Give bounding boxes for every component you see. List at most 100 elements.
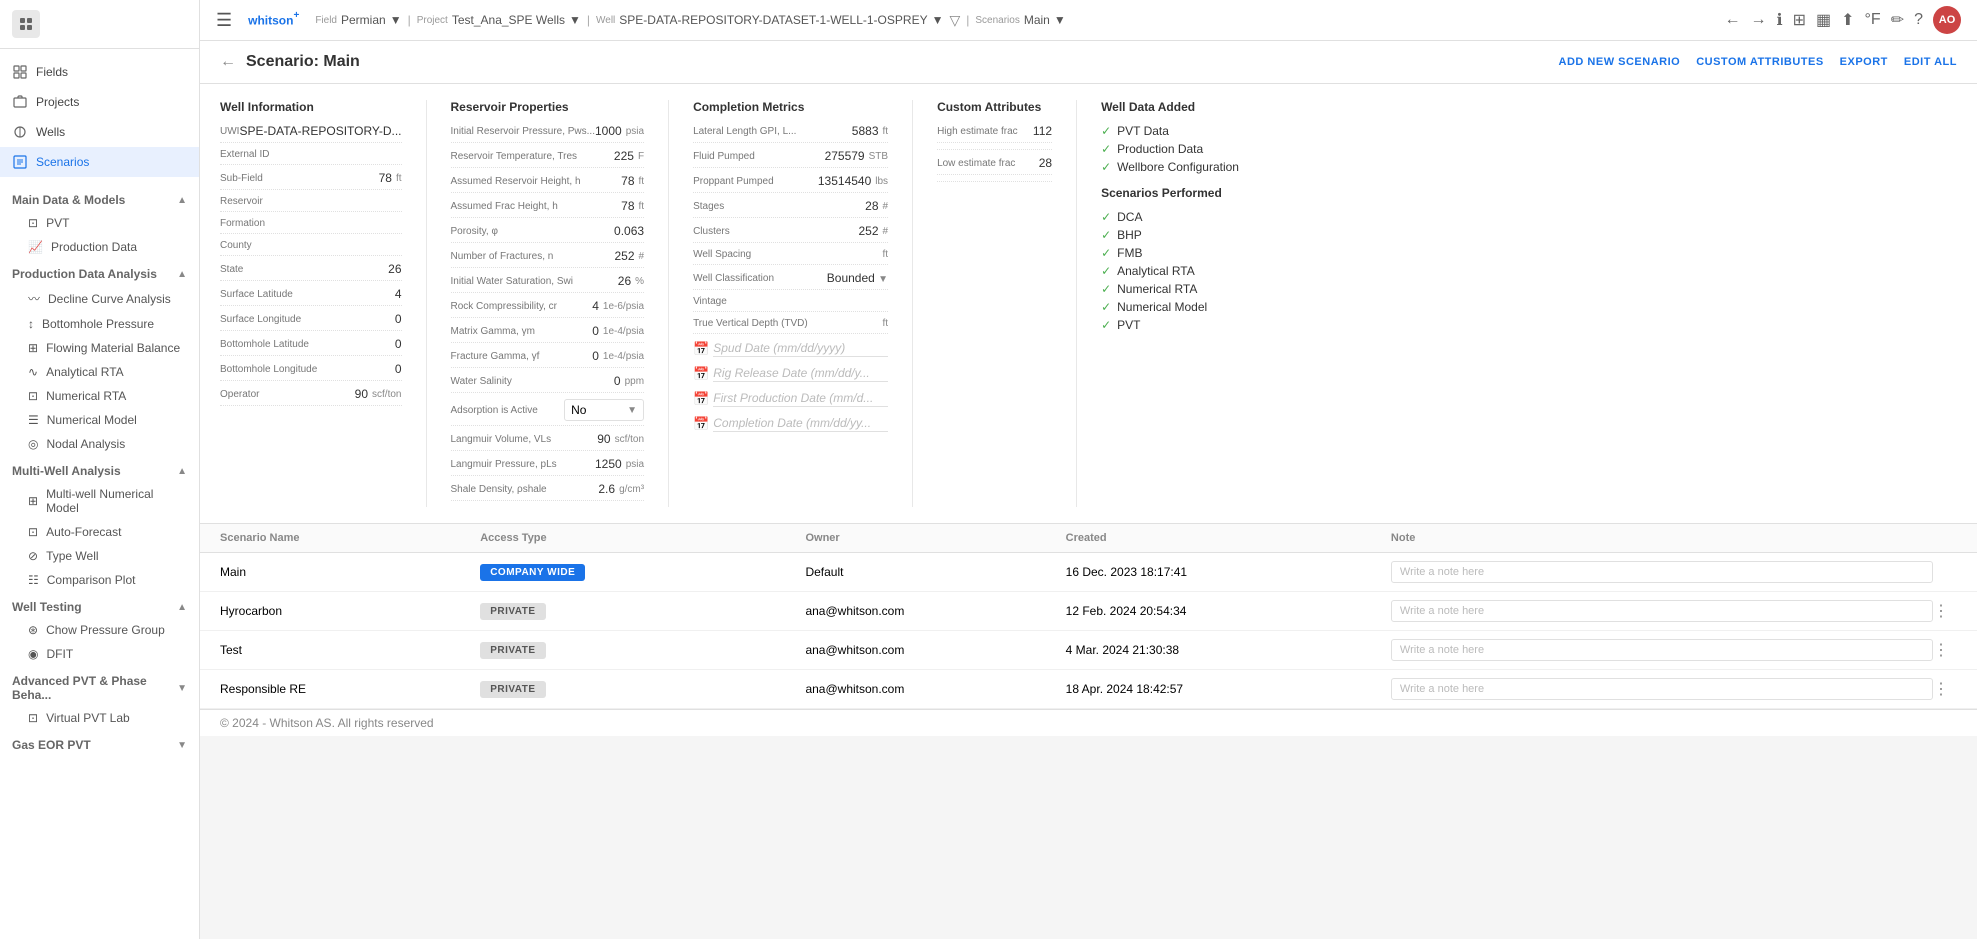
row-scenario-name: Responsible RE [220,682,480,696]
sidebar-item-type-well[interactable]: ⊘ Type Well [0,544,199,568]
sub-field-label: Sub-Field [220,173,379,184]
uwi-label: UWI [220,126,239,137]
scenarios-icon [12,154,28,170]
sidebar-item-dca[interactable]: 〰 Decline Curve Analysis [0,285,199,312]
sidebar-item-production-data[interactable]: 📈 Production Data [0,235,199,259]
add-new-scenario-button[interactable]: ADD NEW SCENARIO [1559,56,1681,68]
res-field-label: Langmuir Volume, VLs [451,434,598,445]
section-well-testing[interactable]: Well Testing ▲ [0,592,199,618]
scenario-performed-item: ✓PVT [1101,318,1239,332]
comp-field-unit: # [883,201,889,212]
sidebar-item-numerical-model[interactable]: ☰ Numerical Model [0,408,199,432]
main-area: ☰ whitson+ Field Permian ▼ | Project Tes… [200,0,1977,939]
sidebar-item-fields[interactable]: Fields [0,57,199,87]
section-pda[interactable]: Production Data Analysis ▲ [0,259,199,285]
nav-back-icon[interactable]: ← [1725,11,1741,29]
sidebar-item-comparison-plot[interactable]: ☷ Comparison Plot [0,568,199,592]
section-multi-well[interactable]: Multi-Well Analysis ▲ [0,456,199,482]
sidebar-item-bhp[interactable]: ↕ Bottomhole Pressure [0,312,199,336]
bc-project-dropdown[interactable]: ▼ [569,13,581,27]
rig-release-input[interactable] [713,365,888,382]
surface-lon-value: 0 [395,312,402,326]
edit-all-button[interactable]: EDIT ALL [1904,56,1957,68]
bc-scenarios-dropdown[interactable]: ▼ [1054,13,1066,27]
compl-calendar-icon: 📅 [693,416,709,432]
row-actions[interactable]: ⋮ [1933,640,1957,660]
note-input[interactable] [1391,561,1933,583]
row-menu-icon[interactable]: ⋮ [1933,681,1949,698]
reservoir-field-row: Langmuir Pressure, pLs 1250 psia [451,457,645,476]
check-icon: ✓ [1101,124,1111,138]
sidebar-item-virtual-pvt[interactable]: ⊡ Virtual PVT Lab [0,706,199,730]
section-gas-eor[interactable]: Gas EOR PVT ▼ [0,730,199,756]
custom-attributes-button[interactable]: CUSTOM ATTRIBUTES [1696,56,1823,68]
export-button[interactable]: EXPORT [1840,56,1888,68]
sidebar-item-scenarios[interactable]: Scenarios [0,147,199,177]
sidebar-item-wells[interactable]: Wells [0,117,199,147]
sidebar-item-dfit[interactable]: ◉ DFIT [0,642,199,666]
fields-icon [12,64,28,80]
sidebar-item-mw-numerical[interactable]: ⊞ Multi-well Numerical Model [0,482,199,520]
note-input[interactable] [1391,678,1933,700]
reservoir-field-row: Rock Compressibility, cr 4 1e-6/psia [451,299,645,318]
sidebar-item-nodal[interactable]: ◎ Nodal Analysis [0,432,199,456]
sidebar-item-chow[interactable]: ⊛ Chow Pressure Group [0,618,199,642]
nav-forward-icon[interactable]: → [1751,11,1767,29]
spud-calendar-icon: 📅 [693,341,709,357]
sidebar-item-fmb[interactable]: ⊞ Flowing Material Balance [0,336,199,360]
help-icon[interactable]: ? [1914,11,1923,29]
row-actions[interactable]: ⋮ [1933,679,1957,699]
bc-project[interactable]: Project Test_Ana_SPE Wells ▼ [417,13,581,27]
info-icon[interactable]: ℹ [1777,10,1783,30]
projects-icon [12,94,28,110]
comp-field-value: 28 [865,199,878,213]
row-actions[interactable]: ⋮ [1933,601,1957,621]
note-input[interactable] [1391,639,1933,661]
res-field-unit: scf/ton [615,434,644,445]
temp-icon[interactable]: °F [1865,11,1881,29]
back-button[interactable]: ← [220,53,236,71]
county-label: County [220,240,402,251]
sidebar-item-scenarios-label: Scenarios [36,155,89,169]
menu-toggle[interactable]: ☰ [216,10,232,31]
bc-field-dropdown[interactable]: ▼ [390,13,402,27]
sidebar-item-analytical-rta[interactable]: ∿ Analytical RTA [0,360,199,384]
completion-date-input[interactable] [713,415,888,432]
row-menu-icon[interactable]: ⋮ [1933,603,1949,620]
edit-icon[interactable]: ✏ [1891,10,1904,30]
section-main-data[interactable]: Main Data & Models ▲ [0,185,199,211]
sidebar-item-pvt[interactable]: ⊡ PVT [0,211,199,235]
note-input[interactable] [1391,600,1933,622]
res-field-select[interactable]: No ▼ [564,399,644,421]
user-avatar[interactable]: AO [1933,6,1961,34]
scenario-actions: ADD NEW SCENARIO CUSTOM ATTRIBUTES EXPOR… [1559,56,1957,68]
sidebar-item-auto-forecast[interactable]: ⊡ Auto-Forecast [0,520,199,544]
completion-field-row: Proppant Pumped 13514540 lbs [693,174,888,193]
bc-field[interactable]: Field Permian ▼ [315,13,401,27]
bc-well-dropdown[interactable]: ▼ [932,13,944,27]
reservoir-field-row: Initial Water Saturation, Swi 26 % [451,274,645,293]
first-prod-input[interactable] [713,390,888,407]
scenarios-performed-title: Scenarios Performed [1101,186,1239,200]
scenario-performed-item: ✓FMB [1101,246,1239,260]
table-icon[interactable]: ▦ [1816,10,1831,30]
bc-scenarios[interactable]: Scenarios Main ▼ [975,13,1065,27]
tvd-field: True Vertical Depth (TVD) ft [693,318,888,334]
numerical-rta-icon: ⊡ [28,389,38,403]
scenario-performed-label: FMB [1117,246,1142,260]
sidebar-item-projects[interactable]: Projects [0,87,199,117]
row-menu-icon[interactable]: ⋮ [1933,642,1949,659]
tw-icon: ⊘ [28,549,38,563]
firstprod-calendar-icon: 📅 [693,391,709,407]
spud-date-input[interactable] [713,340,888,357]
sidebar-item-numerical-rta[interactable]: ⊡ Numerical RTA [0,384,199,408]
res-field-value: 78 [621,199,634,213]
res-field-value: 225 [614,149,634,163]
res-field-label: Initial Water Saturation, Swi [451,276,618,287]
export-icon[interactable]: ⬆ [1841,10,1854,30]
grid-icon[interactable]: ⊞ [1793,10,1806,30]
bc-well[interactable]: Well SPE-DATA-REPOSITORY-DATASET-1-WELL-… [596,13,943,27]
section-advanced-pvt[interactable]: Advanced PVT & Phase Beha... ▼ [0,666,199,706]
state-label: State [220,264,388,275]
collapse-icon-main: ▲ [177,195,187,206]
